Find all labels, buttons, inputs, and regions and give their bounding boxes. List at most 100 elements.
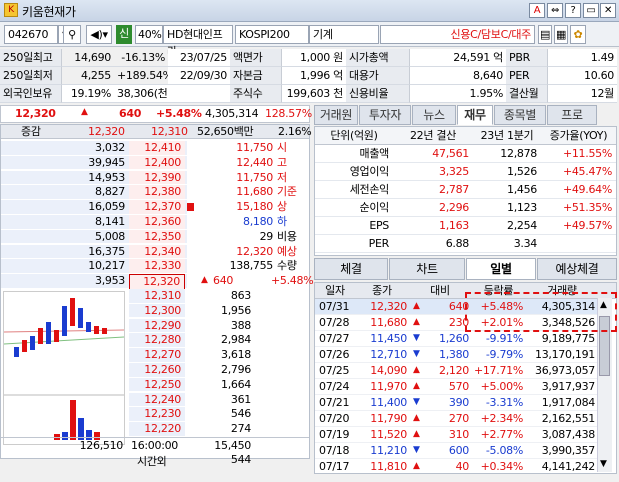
- daily-rate: +0.34%: [480, 460, 524, 473]
- bid-price[interactable]: 12,230: [129, 407, 185, 421]
- ask-price[interactable]: 12,380: [129, 185, 185, 199]
- tool-icon-2[interactable]: ▦: [554, 25, 568, 44]
- time-label: 16:00:00: [131, 439, 179, 452]
- speaker-icon[interactable]: ◀)▾: [86, 25, 112, 44]
- side-value: 15,180: [236, 200, 273, 214]
- tab-2[interactable]: 뉴스: [412, 105, 456, 125]
- daily-rate: +17.71%: [473, 364, 523, 377]
- tab-0[interactable]: 거래원: [314, 105, 358, 125]
- bid-price[interactable]: 12,310: [129, 289, 185, 303]
- ask-price[interactable]: 12,340: [129, 244, 185, 259]
- daily-row[interactable]: 07/24 11,970 ▲ 570 +5.00% 3,917,937: [315, 379, 598, 395]
- ask-price[interactable]: 12,400: [129, 155, 185, 170]
- window-title: 키움현재가: [22, 5, 76, 19]
- ask-qty: 3,953: [95, 274, 125, 288]
- fin-cell: EPS: [369, 219, 389, 232]
- info-cell-0-1: 14,690: [62, 49, 114, 67]
- tab-3[interactable]: 재무: [457, 105, 493, 125]
- settings-icon[interactable]: ✿: [570, 25, 586, 44]
- daily-row[interactable]: 07/26 12,710 ▼ 1,380 -9.79% 13,170,191: [315, 347, 598, 363]
- ask-row: 5,008 12,350: [1, 229, 187, 244]
- info-cell-2-8: 결산월: [506, 85, 548, 103]
- ask-qty: 39,945: [88, 155, 125, 169]
- daily-arrow: ▲: [413, 413, 420, 423]
- daily-tab-3[interactable]: 예상체결: [537, 258, 617, 280]
- ask-price[interactable]: 12,390: [129, 170, 185, 185]
- ask-qty: 16,375: [88, 244, 125, 258]
- daily-row[interactable]: 07/27 11,450 ▼ 1,260 -9.91% 9,189,775: [315, 331, 598, 347]
- daily-diff: 2,120: [439, 364, 469, 377]
- daily-date: 07/27: [319, 332, 350, 345]
- fin-cell: PER: [368, 237, 390, 250]
- ask-price[interactable]: 12,350: [129, 229, 185, 244]
- price-rate: +5.48%: [156, 107, 202, 120]
- toolbar: 042670 ▼ ⚲ ◀)▾ 신 40% HD현대인프라 KOSPI200 기계…: [0, 22, 619, 58]
- daily-diff: 570: [448, 380, 469, 393]
- daily-row[interactable]: 07/17 11,810 ▲ 40 +0.34% 4,141,242: [315, 459, 598, 473]
- bid-qty: 2,984: [221, 333, 251, 347]
- tab-1[interactable]: 투자자: [359, 105, 411, 125]
- daily-row[interactable]: 07/20 11,790 ▲ 270 +2.34% 2,162,551: [315, 411, 598, 427]
- daily-diff: 600: [448, 444, 469, 457]
- bid-price[interactable]: 12,300: [129, 303, 185, 318]
- tab-4[interactable]: 종목별: [494, 105, 546, 125]
- bid-price[interactable]: 12,220: [129, 422, 185, 436]
- credit-label: 신용C/담보C/대주: [380, 25, 535, 44]
- close-icon[interactable]: ✕: [600, 3, 616, 18]
- scroll-down-icon[interactable]: ▼: [600, 459, 607, 469]
- fin-cell: 매출액: [359, 147, 390, 160]
- fin-cell: +49.64%: [562, 183, 612, 196]
- side-value: 138,755: [229, 259, 274, 273]
- ask-price[interactable]: 12,360: [129, 215, 185, 229]
- daily-close: 11,210: [370, 444, 407, 457]
- daily-volume: 3,990,357: [541, 444, 596, 457]
- daily-diff: 1,380: [439, 348, 469, 361]
- code-input[interactable]: 042670: [4, 25, 58, 44]
- daily-volume: 9,189,775: [541, 332, 596, 345]
- daily-row[interactable]: 07/18 11,210 ▼ 600 -5.08% 3,990,357: [315, 443, 598, 459]
- ask-price[interactable]: 12,410: [129, 141, 185, 155]
- daily-head-cell: 종가: [372, 284, 392, 297]
- ask-qty: 10,217: [88, 259, 125, 273]
- help-icon[interactable]: ?: [565, 3, 581, 18]
- bid-price[interactable]: 12,270: [129, 348, 185, 362]
- tool-icon-1[interactable]: ▤: [538, 25, 552, 44]
- fin-row: EPS 1,163 2,254 +49.57%: [315, 217, 616, 235]
- daily-row[interactable]: 07/21 11,400 ▼ 390 -3.31% 1,917,084: [315, 395, 598, 411]
- link-icon[interactable]: ⇔: [547, 3, 563, 18]
- title-bar: K 키움현재가 A ⇔ ? ▭ ✕: [0, 0, 619, 22]
- bid-price[interactable]: 12,240: [129, 392, 185, 407]
- fin-cell: 2,296: [439, 201, 469, 214]
- tab-5[interactable]: 프로: [547, 105, 597, 125]
- bid-qty: 361: [230, 392, 251, 406]
- bid-price[interactable]: 12,260: [129, 363, 185, 377]
- restore-icon[interactable]: ▭: [583, 3, 599, 18]
- daily-volume: 2,162,551: [541, 412, 596, 425]
- search-icon[interactable]: ⚲: [63, 25, 81, 44]
- bid-price[interactable]: 12,250: [129, 377, 185, 392]
- volume: 4,305,314: [205, 107, 259, 120]
- bid-qty: 546: [230, 407, 251, 421]
- daily-arrow: ▲: [413, 381, 420, 391]
- fin-cell: 1,456: [507, 183, 537, 196]
- info-cell-2-4: 주식수: [230, 85, 282, 103]
- bid-price[interactable]: 12,290: [129, 318, 185, 333]
- bid-qty: 388: [230, 318, 251, 332]
- alert-icon[interactable]: A: [529, 3, 545, 18]
- daily-tab-0[interactable]: 체결: [314, 258, 388, 280]
- daily-date: 07/28: [319, 316, 350, 329]
- ask-price[interactable]: 12,320: [129, 274, 185, 290]
- daily-date: 07/21: [319, 396, 350, 409]
- daily-tab-1[interactable]: 차트: [389, 258, 465, 280]
- bid-price[interactable]: 12,280: [129, 333, 185, 347]
- daily-head-cell: 대비: [430, 284, 450, 297]
- sector-label: 기계: [309, 25, 379, 44]
- ask-row: 8,141 12,360: [1, 215, 187, 229]
- fin-cell: +49.57%: [562, 219, 612, 232]
- daily-rate: +2.34%: [480, 412, 524, 425]
- daily-tab-2[interactable]: 일별: [466, 258, 536, 280]
- daily-row[interactable]: 07/25 14,090 ▲ 2,120 +17.71% 36,973,057: [315, 363, 598, 379]
- ask-price[interactable]: 12,370: [129, 200, 185, 214]
- daily-row[interactable]: 07/19 11,520 ▲ 310 +2.77% 3,087,438: [315, 427, 598, 443]
- ask-price[interactable]: 12,330: [129, 259, 185, 273]
